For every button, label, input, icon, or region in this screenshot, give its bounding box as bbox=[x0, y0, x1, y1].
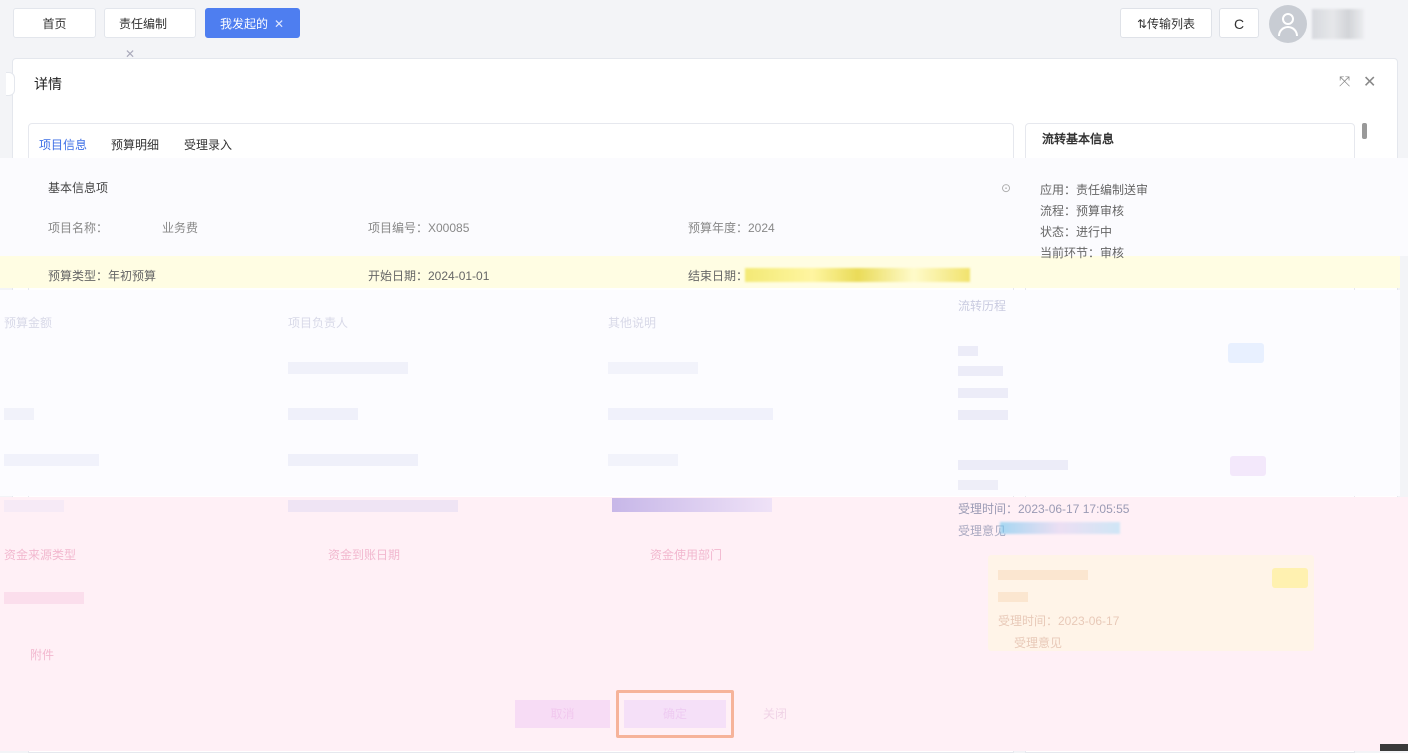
confirm-label: 确定 bbox=[662, 707, 687, 721]
pink-placeholder bbox=[4, 592, 84, 604]
faint-placeholder bbox=[958, 410, 1008, 420]
info-circle-icon: ⊙ bbox=[1001, 181, 1012, 195]
faint-placeholder bbox=[608, 408, 773, 420]
transfer-icon: ⇅ bbox=[1136, 17, 1148, 31]
faint-placeholder bbox=[288, 362, 408, 374]
tab-label: 首页 bbox=[42, 17, 67, 31]
confirm-button[interactable]: 确定 bbox=[624, 700, 726, 728]
tab-home[interactable]: 首页 bbox=[13, 8, 96, 38]
record-glitch bbox=[1000, 522, 1120, 534]
node-label: 当前环节： bbox=[1040, 246, 1101, 260]
fullscreen-icon[interactable]: ⤧ bbox=[1339, 73, 1350, 90]
section-title: 基本信息项 bbox=[48, 181, 109, 195]
faint-field-label: 其他说明 bbox=[608, 316, 657, 330]
faint-placeholder bbox=[958, 346, 978, 356]
budget-year: 预算年度：2024 bbox=[688, 221, 775, 235]
pink-field-label: 资金来源类型 bbox=[4, 548, 77, 562]
faint-placeholder bbox=[612, 498, 772, 512]
top-tab-bar: 首页 责任编制✕ 我发起的 ✕ ⇅传输列表 C bbox=[0, 0, 1408, 61]
record-opinion-row: 受理意见 bbox=[958, 522, 1006, 539]
faint-placeholder bbox=[958, 480, 998, 490]
attachment-label: 附件 bbox=[30, 648, 55, 662]
record-opinion-2: 受理意见 bbox=[1014, 636, 1063, 650]
faint-placeholder bbox=[958, 366, 1003, 376]
faint-placeholder bbox=[998, 592, 1028, 602]
refresh-icon: C bbox=[1233, 16, 1245, 32]
faint-placeholder bbox=[4, 408, 34, 420]
cancel-button[interactable]: 取消 bbox=[515, 700, 610, 728]
project-name-label: 项目名称： bbox=[48, 221, 109, 235]
record-opinion-label: 受理意见 bbox=[958, 524, 1007, 538]
project-code: 项目编号：X00085 bbox=[368, 221, 470, 235]
close-label: 关闭 bbox=[762, 707, 787, 721]
flow-panel-title: 流转基本信息 bbox=[1042, 132, 1115, 146]
faint-placeholder bbox=[4, 500, 64, 512]
history-title: 流转历程 bbox=[958, 299, 1007, 313]
close-icon[interactable]: ✕ bbox=[1363, 72, 1376, 92]
dialog-title: 详情 bbox=[34, 76, 62, 92]
transfer-list-button[interactable]: ⇅传输列表 bbox=[1120, 8, 1212, 38]
process-label: 流程： bbox=[1040, 204, 1077, 218]
node-value: 审核 bbox=[1100, 246, 1125, 260]
tab-initiated[interactable]: 我发起的 ✕ bbox=[205, 8, 300, 38]
end-date-label: 结束日期： bbox=[688, 269, 749, 283]
pink-field-label: 资金到账日期 bbox=[328, 548, 401, 562]
status-badge bbox=[1272, 568, 1308, 588]
faint-placeholder bbox=[608, 362, 698, 374]
faint-placeholder bbox=[4, 454, 99, 466]
faint-placeholder bbox=[958, 460, 1068, 470]
budget-type: 预算类型：年初预算 bbox=[48, 269, 157, 283]
faint-section-band bbox=[0, 290, 1400, 496]
process-row: 流程：预算审核 bbox=[1040, 202, 1124, 219]
tab-label: 我发起的 bbox=[220, 17, 269, 31]
start-date: 开始日期：2024-01-01 bbox=[368, 269, 490, 283]
cancel-label: 取消 bbox=[550, 707, 575, 721]
refresh-button[interactable]: C bbox=[1219, 8, 1259, 38]
end-date-glitch bbox=[745, 268, 970, 282]
record-time: 受理时间：2023-06-17 17:05:55 bbox=[958, 502, 1130, 516]
faint-placeholder bbox=[958, 388, 1008, 398]
dialog-edge-handle bbox=[6, 72, 15, 96]
form-row: 应用：责任编制送审 bbox=[1040, 181, 1148, 198]
status-badge bbox=[1228, 343, 1264, 363]
status-value: 进行中 bbox=[1076, 225, 1113, 239]
close-icon[interactable]: ✕ bbox=[274, 17, 284, 31]
tab-project-info[interactable]: 项目信息 bbox=[39, 136, 87, 153]
faint-placeholder bbox=[998, 570, 1088, 580]
process-value: 预算审核 bbox=[1076, 204, 1125, 218]
info-section-band bbox=[0, 158, 1408, 256]
tab-budget-detail[interactable]: 预算明细 bbox=[111, 136, 159, 153]
form-label: 应用： bbox=[1040, 183, 1077, 197]
status-label: 状态： bbox=[1040, 225, 1077, 239]
faint-field-label: 项目负责人 bbox=[288, 316, 349, 330]
faint-placeholder bbox=[608, 454, 678, 466]
username-blurred bbox=[1312, 9, 1364, 39]
status-badge bbox=[1230, 456, 1266, 476]
form-value: 责任编制送审 bbox=[1076, 183, 1149, 197]
faint-placeholder bbox=[288, 500, 458, 512]
faint-field-label: 预算金额 bbox=[4, 316, 53, 330]
pink-field-label: 资金使用部门 bbox=[650, 548, 723, 562]
tab-responsibility[interactable]: 责任编制✕ bbox=[104, 8, 196, 61]
tab-label: 责任编制 bbox=[119, 17, 168, 31]
scrollbar-thumb[interactable] bbox=[1362, 123, 1367, 139]
faint-placeholder bbox=[288, 408, 358, 420]
record-time-2: 受理时间：2023-06-17 bbox=[998, 614, 1120, 628]
node-row: 当前环节：审核 bbox=[1040, 244, 1124, 261]
faint-placeholder bbox=[288, 454, 418, 466]
avatar[interactable] bbox=[1269, 5, 1307, 43]
corner-artifact bbox=[1380, 744, 1408, 751]
project-name-value: 业务费 bbox=[162, 221, 199, 235]
close-button[interactable]: 关闭 bbox=[750, 700, 800, 728]
tab-acceptance-entry[interactable]: 受理录入 bbox=[184, 136, 232, 153]
transfer-label: 传输列表 bbox=[1147, 17, 1196, 31]
status-row: 状态：进行中 bbox=[1040, 223, 1112, 240]
